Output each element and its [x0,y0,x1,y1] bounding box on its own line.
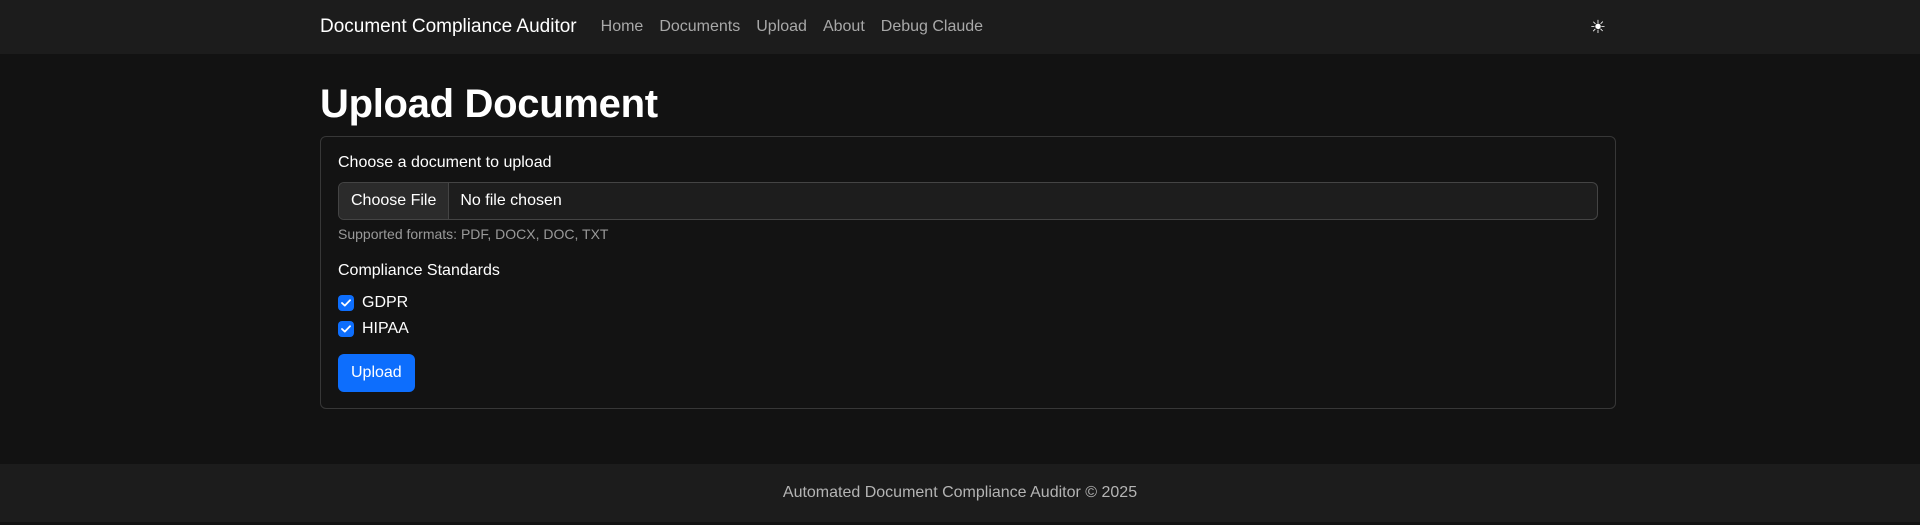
checkmark-icon [341,325,351,333]
navbar-container: Document Compliance Auditor Home Documen… [320,0,1616,54]
footer-text: Automated Document Compliance Auditor © … [782,484,1138,501]
footer: Automated Document Compliance Auditor © … [0,464,1920,522]
upload-button[interactable]: Upload [338,354,415,392]
page-title: Upload Document [320,82,658,126]
checkmark-icon [341,299,351,307]
file-status-text: No file chosen [460,192,562,209]
gdpr-checkbox[interactable] [338,295,354,311]
theme-toggle-button[interactable]: ☀ [1590,18,1606,36]
nav-link-debug-claude[interactable]: Debug Claude [881,18,983,36]
upload-form-card: Choose a document to upload Choose File … [320,136,1616,409]
nav-link-upload[interactable]: Upload [756,18,807,36]
navbar: Document Compliance Auditor Home Documen… [0,0,1920,54]
gdpr-label: GDPR [362,294,409,311]
checkbox-row-gdpr: GDPR [338,290,1598,316]
choose-file-button[interactable]: Choose File [339,183,450,219]
nav-link-documents[interactable]: Documents [659,18,740,36]
checkbox-row-hipaa: HIPAA [338,316,1598,342]
nav-link-about[interactable]: About [823,18,865,36]
main-content: Upload Document Choose a document to upl… [320,54,1616,409]
file-input-label: Choose a document to upload [338,154,552,171]
nav-link-home[interactable]: Home [601,18,644,36]
compliance-standards-label: Compliance Standards [338,262,500,279]
sun-icon: ☀ [1589,17,1606,37]
hipaa-checkbox[interactable] [338,321,354,337]
hipaa-label: HIPAA [362,320,409,337]
brand-link[interactable]: Document Compliance Auditor [320,16,577,38]
file-input[interactable]: Choose File No file chosen [338,182,1598,220]
nav-links: Home Documents Upload About Debug Claude [601,18,983,36]
supported-formats-help: Supported formats: PDF, DOCX, DOC, TXT [338,226,609,242]
